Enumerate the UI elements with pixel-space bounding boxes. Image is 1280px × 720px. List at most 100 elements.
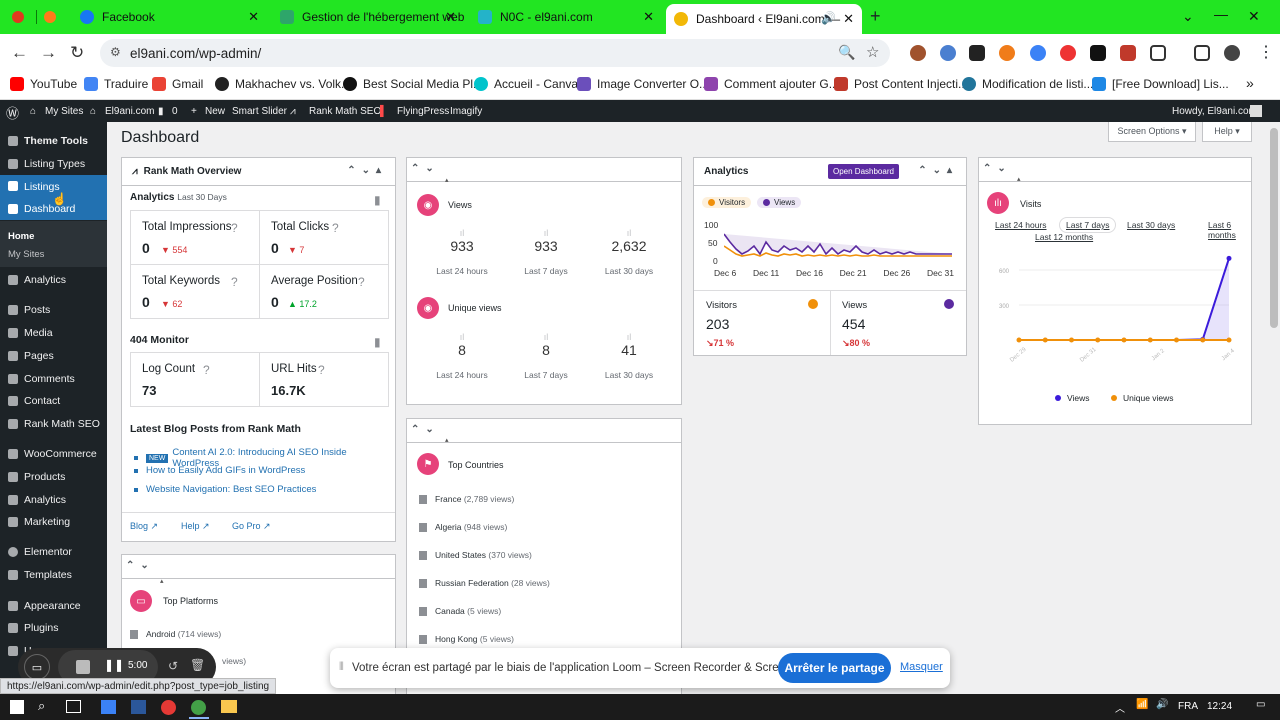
language-indicator[interactable]: FRA — [1178, 701, 1198, 712]
my-sites-link[interactable]: My Sites — [45, 106, 83, 117]
help-icon[interactable]: ? — [203, 363, 210, 377]
puzzle-extensions-icon[interactable] — [1150, 45, 1166, 61]
profile-avatar[interactable] — [1224, 45, 1240, 61]
widget-controls[interactable]: ⌃⌄ — [411, 424, 440, 435]
flyingpress-link[interactable]: FlyingPress — [397, 106, 449, 117]
minimize-icon[interactable]: — — [1214, 6, 1228, 22]
tray-chevron-icon[interactable]: ︿ — [1115, 700, 1125, 715]
menu-pages[interactable]: Pages — [0, 345, 107, 367]
footer-blog-link[interactable]: Blog ↗ — [130, 521, 158, 532]
imagify-link[interactable]: Imagify — [450, 106, 482, 117]
menu-media[interactable]: Media — [0, 322, 107, 344]
site-info-icon[interactable]: ⚙ — [110, 45, 121, 59]
bookmark-comment-ajouter[interactable]: Comment ajouter G... — [704, 77, 839, 91]
wordpress-logo-icon[interactable]: Ⓦ — [6, 103, 19, 122]
extension-icon[interactable] — [969, 45, 985, 61]
menu-comments[interactable]: Comments — [0, 368, 107, 390]
stop-sharing-button[interactable]: Arrêter le partage — [778, 653, 891, 683]
tab-facebook[interactable]: Facebook ✕ — [72, 4, 267, 30]
stop-recording-button[interactable] — [76, 660, 90, 674]
bookmark-post-content[interactable]: Post Content Injecti... — [834, 77, 968, 91]
widget-controls[interactable]: ⌃⌄ — [126, 560, 155, 571]
widget-controls[interactable]: ⌃⌄ — [983, 163, 1012, 174]
extension-icon[interactable] — [999, 45, 1015, 61]
menu-elementor[interactable]: Elementor — [0, 541, 107, 563]
menu-kebab-icon[interactable]: ⋮ — [1258, 42, 1274, 62]
chrome-icon[interactable] — [191, 700, 206, 715]
url-bar[interactable]: ⚙ el9ani.com/wp-admin/ 🔍 ☆ — [100, 39, 890, 67]
blog-post-link[interactable]: Website Navigation: Best SEO Practices — [134, 484, 316, 495]
howdy-account[interactable]: Howdy, El9ani.com — [1172, 106, 1257, 117]
new-tab-button[interactable]: + — [870, 6, 881, 27]
menu-templates[interactable]: Templates — [0, 564, 107, 586]
word-icon[interactable] — [131, 700, 146, 714]
comments-count[interactable]: 0 — [172, 106, 178, 117]
bookmark-modification[interactable]: Modification de listi... — [962, 77, 1093, 91]
tab-dashboard[interactable]: Dashboard ‹ El9ani.com — 🔊 ✕ — [666, 4, 862, 34]
back-icon[interactable]: ← — [11, 43, 28, 63]
close-tab-icon[interactable]: ✕ — [248, 9, 259, 25]
search-icon[interactable]: ⌕ — [38, 698, 45, 714]
bookmark-social-media[interactable]: Best Social Media Pl... — [343, 77, 483, 91]
side-panel-icon[interactable] — [1194, 45, 1210, 61]
footer-go-pro-link[interactable]: Go Pro ↗ — [232, 521, 271, 532]
cookie-extension-icon[interactable] — [910, 45, 926, 61]
tab-search-icon[interactable]: ⌄ — [1182, 8, 1194, 25]
extension-icon[interactable] — [1120, 45, 1136, 61]
legend-views[interactable]: Views — [1055, 393, 1090, 403]
bar-chart-icon[interactable]: ▮ — [374, 335, 381, 349]
pause-icon[interactable]: ❚❚ — [104, 658, 124, 672]
bookmark-makhachev[interactable]: Makhachev vs. Volk... — [215, 77, 351, 91]
help-icon[interactable]: ? — [318, 363, 325, 377]
trash-icon[interactable]: 🗑 — [190, 658, 205, 672]
camera-icon[interactable]: ▭ — [24, 654, 50, 680]
scrollbar[interactable] — [1267, 122, 1280, 694]
site-name-link[interactable]: El9ani.com — [105, 106, 154, 117]
help-icon[interactable]: ? — [231, 275, 238, 289]
app-icon[interactable] — [101, 700, 116, 714]
widget-controls[interactable]: ⌃⌄ — [411, 163, 440, 174]
range-7d[interactable]: Last 7 days — [1059, 217, 1117, 233]
notifications-icon[interactable]: ▭ — [1256, 699, 1265, 710]
screen-options-button[interactable]: Screen Options ▾ — [1108, 122, 1196, 142]
menu-theme-tools[interactable]: Theme Tools — [0, 130, 107, 152]
submenu-home[interactable]: Home — [0, 231, 107, 242]
windows-start-icon[interactable] — [10, 700, 24, 714]
open-dashboard-button[interactable]: Open Dashboard — [828, 164, 899, 179]
submenu-my-sites[interactable]: My Sites — [0, 249, 107, 260]
blog-post-link[interactable]: How to Easily Add GIFs in WordPress — [134, 465, 305, 476]
menu-marketing[interactable]: Marketing — [0, 511, 107, 533]
extension-icon[interactable] — [1090, 45, 1106, 61]
extension-icon[interactable] — [1060, 45, 1076, 61]
more-bookmarks-button[interactable]: » — [1246, 75, 1254, 91]
menu-listing-types[interactable]: Listing Types — [0, 153, 107, 175]
tab-favicon-icon[interactable] — [12, 11, 24, 23]
bookmark-star-icon[interactable]: ☆ — [866, 43, 879, 61]
forward-icon[interactable]: → — [40, 43, 57, 63]
menu-woocommerce[interactable]: WooCommerce — [0, 443, 107, 465]
menu-rank-math-seo[interactable]: Rank Math SEO — [0, 413, 107, 435]
range-24h[interactable]: Last 24 hours — [995, 220, 1047, 230]
menu-posts[interactable]: Posts — [0, 299, 107, 321]
legend-visitors[interactable]: Visitors — [702, 197, 752, 208]
bookmark-canva[interactable]: Accueil - Canva — [474, 77, 578, 91]
menu-products[interactable]: Products — [0, 466, 107, 488]
help-icon[interactable]: ? — [231, 221, 238, 235]
close-window-icon[interactable]: ✕ — [1248, 8, 1260, 25]
help-icon[interactable]: ? — [358, 275, 365, 289]
bookmark-free-download[interactable]: [Free Download] Lis... — [1092, 77, 1229, 91]
menu-plugins[interactable]: Plugins — [0, 617, 107, 639]
menu-analytics[interactable]: Analytics — [0, 269, 107, 291]
extension-icon[interactable] — [1030, 45, 1046, 61]
new-content-link[interactable]: New — [205, 106, 225, 117]
widget-controls[interactable]: ⌃⌄▴ — [347, 165, 387, 176]
menu-wc-analytics[interactable]: Analytics — [0, 489, 107, 511]
range-30d[interactable]: Last 30 days — [1127, 220, 1175, 230]
footer-help-link[interactable]: Help ↗ — [181, 521, 210, 532]
bookmark-gmail[interactable]: Gmail — [152, 77, 203, 91]
tab-n0c[interactable]: N0C - el9ani.com ✕ — [470, 4, 662, 30]
volume-icon[interactable]: 🔊 — [1156, 699, 1168, 710]
close-tab-icon[interactable]: ✕ — [843, 11, 854, 27]
widget-controls[interactable]: ⌃⌄▴ — [918, 165, 958, 176]
range-12m[interactable]: Last 12 months — [1035, 232, 1093, 242]
